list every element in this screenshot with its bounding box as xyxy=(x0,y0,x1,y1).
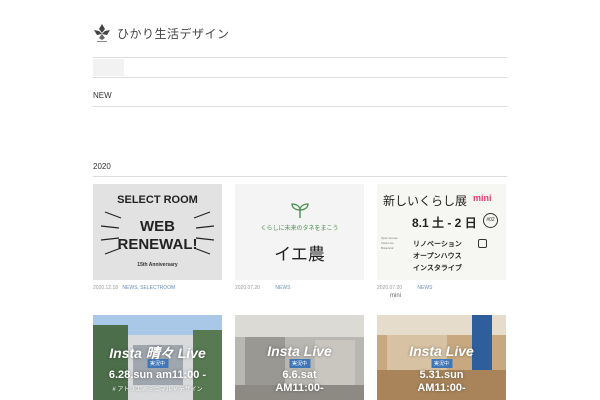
issue-number: #02 xyxy=(483,213,498,228)
post-category-link[interactable]: NEWS xyxy=(417,285,432,291)
post-meta: 2020.07.20 NEWS xyxy=(235,285,290,291)
post-subtitle: mini xyxy=(390,293,402,299)
side-notes: Open House Insta Live Botanical xyxy=(381,236,398,250)
post-meta: 2020.07.20 NEWS xyxy=(377,285,432,291)
section-label-year: 2020 xyxy=(93,162,111,171)
post-card-ie-nou[interactable]: くらしに未来のタネをまこう イエ農 xyxy=(235,184,364,280)
live-badge: 実況中 xyxy=(288,359,311,368)
instagram-icon xyxy=(478,239,487,248)
card-title: イエ農 xyxy=(274,245,325,265)
post-category-link[interactable]: NEWS, SELECTROOM xyxy=(122,285,175,291)
event-time: 5.31.sun AM11:00- xyxy=(417,369,466,394)
post-card-insta-live-may31[interactable]: Insta Live 実況中 5.31.sun AM11:00- xyxy=(377,315,506,400)
post-date: 2020.07.20 xyxy=(377,285,403,291)
post-card-new-life-exhibition[interactable]: 新しいくらし展 mini 8.1 土 - 2 日 #02 Open House … xyxy=(377,184,506,280)
year-divider xyxy=(93,176,507,177)
live-badge: 実況中 xyxy=(146,359,169,368)
event-time: 6.6.sat AM11:00- xyxy=(275,369,324,394)
nav-divider xyxy=(93,77,507,78)
event-time: 6.28.sun am11:00 - xyxy=(108,369,207,381)
card-title: Insta Live xyxy=(267,343,332,359)
new-divider xyxy=(93,106,507,107)
event-dates: 8.1 土 - 2 日 xyxy=(412,216,477,230)
header-divider xyxy=(93,57,507,58)
post-meta: 2020.12.18 NEWS, SELECTROOM xyxy=(93,285,175,291)
card-tagline: くらしに未来のタネをまこう xyxy=(260,226,339,232)
post-card-select-room[interactable]: SELECT ROOM WEB RENEWAL! 15th Anniversar… xyxy=(93,184,222,280)
event-list: リノベーション オープンハウス インスタライブ xyxy=(413,241,462,272)
nav-tab[interactable] xyxy=(93,59,124,76)
section-label-new: NEW xyxy=(93,91,112,100)
mini-badge: mini xyxy=(473,193,492,203)
sprout-icon xyxy=(291,203,309,218)
card-headline: WEB RENEWAL! xyxy=(117,218,198,253)
site-header: ひかり生活デザイン xyxy=(93,22,230,44)
card-title: 新しいくらし展 xyxy=(383,194,468,208)
post-card-insta-live-june28[interactable]: Insta 晴々 Live 実況中 6.28.sun am11:00 - # ア… xyxy=(93,315,222,400)
diamond-leaf-logo-icon[interactable] xyxy=(93,23,111,43)
post-category-link[interactable]: NEWS xyxy=(275,285,290,291)
post-card-insta-live-june6[interactable]: Insta Live 実況中 6.6.sat AM11:00- xyxy=(235,315,364,400)
post-date: 2020.12.18 xyxy=(93,285,119,291)
card-subheading: 15th Anniversary xyxy=(137,262,178,268)
card-title: Insta Live xyxy=(409,343,474,359)
site-title[interactable]: ひかり生活デザイン xyxy=(117,25,230,42)
live-badge: 実況中 xyxy=(430,359,453,368)
card-heading: SELECT ROOM xyxy=(117,194,198,206)
hashtags: # アトリエ # ミニマル # デザイン xyxy=(112,387,203,393)
post-date: 2020.07.20 xyxy=(235,285,261,291)
